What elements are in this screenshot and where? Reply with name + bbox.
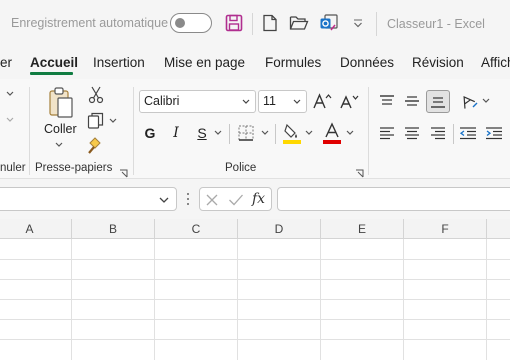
underline-options-chevron-icon[interactable]	[212, 127, 224, 139]
increase-indent-icon[interactable]	[483, 123, 505, 143]
font-toolbar-divider	[275, 124, 276, 144]
chevron-down-icon	[242, 99, 250, 104]
text-orientation-icon[interactable]	[458, 90, 480, 112]
chevron-down-icon	[293, 99, 301, 104]
borders-icon[interactable]	[235, 122, 257, 144]
clipboard-launcher-icon[interactable]	[119, 165, 128, 178]
group-divider	[368, 87, 369, 175]
copy-options-chevron-icon[interactable]	[107, 115, 119, 127]
tab-formules[interactable]: Formules	[265, 55, 321, 70]
fill-color-icon[interactable]	[281, 121, 303, 145]
paste-label[interactable]: Coller	[44, 122, 77, 136]
column-header-row: A B C D E F	[0, 219, 510, 239]
tab-donnees[interactable]: Données	[340, 55, 394, 70]
align-center-icon[interactable]	[401, 123, 423, 143]
column-header-d[interactable]: D	[238, 219, 321, 239]
font-size-select[interactable]: 11	[258, 90, 307, 113]
tab-affichage[interactable]: Affich	[481, 55, 510, 70]
undo-dropdown-icon[interactable]	[0, 85, 20, 103]
redo-dropdown-icon[interactable]	[0, 111, 20, 129]
save-icon[interactable]	[223, 12, 245, 34]
name-box[interactable]	[0, 187, 177, 211]
cut-icon[interactable]	[86, 85, 106, 105]
group-label-font: Police	[225, 162, 257, 174]
align-top-icon[interactable]	[376, 91, 398, 111]
copy-icon[interactable]	[86, 111, 106, 131]
customize-toolbar-icon[interactable]	[347, 12, 369, 34]
formula-bar-row: fx	[0, 179, 510, 219]
orientation-chevron-icon[interactable]	[480, 95, 492, 107]
gridline	[0, 319, 510, 320]
align-bottom-icon[interactable]	[426, 90, 450, 113]
fill-color-chevron-icon[interactable]	[303, 127, 315, 139]
gridline	[0, 299, 510, 300]
gridline	[0, 259, 510, 260]
font-size-value: 11	[263, 94, 276, 108]
group-label-undo: nuler	[0, 162, 26, 174]
paste-icon[interactable]	[45, 85, 79, 121]
tab-mise-en-page[interactable]: Mise en page	[164, 55, 245, 70]
underline-button[interactable]: S	[192, 122, 212, 144]
decrease-indent-icon[interactable]	[457, 123, 479, 143]
title-bar: Enregistrement automatique Classeur1 - E…	[0, 0, 510, 47]
font-launcher-icon[interactable]	[355, 165, 364, 178]
paste-options-chevron-icon[interactable]	[52, 139, 66, 151]
outlook-icon[interactable]	[318, 12, 340, 34]
font-family-select[interactable]: Calibri	[139, 90, 256, 113]
cancel-icon[interactable]	[205, 193, 219, 207]
group-divider	[29, 87, 30, 175]
formula-input[interactable]	[277, 187, 510, 211]
font-color-icon[interactable]	[321, 121, 343, 145]
italic-button[interactable]: I	[166, 122, 186, 144]
font-family-value: Calibri	[144, 94, 180, 108]
tab-revision[interactable]: Révision	[412, 55, 464, 70]
column-header-f[interactable]: F	[404, 219, 487, 239]
new-file-icon[interactable]	[259, 12, 281, 34]
borders-chevron-icon[interactable]	[259, 127, 271, 139]
confirm-icon[interactable]	[228, 193, 244, 207]
tab-fichier[interactable]: er	[0, 55, 12, 70]
decrease-font-size-icon[interactable]	[338, 90, 360, 112]
alignment-toolbar-divider	[453, 124, 454, 144]
autosave-toggle[interactable]	[170, 13, 212, 33]
tab-accueil[interactable]: Accueil	[30, 55, 78, 70]
insert-function-icon[interactable]: fx	[252, 191, 265, 207]
gridline	[0, 279, 510, 280]
column-header-a[interactable]: A	[0, 219, 72, 239]
chevron-down-icon	[159, 197, 169, 203]
spreadsheet-grid[interactable]: A B C D E F	[0, 219, 510, 360]
increase-font-size-icon[interactable]	[311, 90, 333, 112]
open-folder-icon[interactable]	[288, 12, 310, 34]
bold-button[interactable]: G	[140, 122, 160, 144]
font-color-chevron-icon[interactable]	[344, 127, 356, 139]
group-label-clipboard: Presse-papiers	[35, 162, 113, 174]
align-right-icon[interactable]	[427, 123, 449, 143]
active-tab-indicator	[30, 72, 73, 75]
align-middle-icon[interactable]	[401, 91, 423, 111]
group-divider	[133, 87, 134, 175]
more-options-icon[interactable]	[186, 191, 190, 207]
toolbar-divider	[252, 13, 253, 35]
autosave-label: Enregistrement automatique	[11, 16, 169, 30]
format-painter-icon[interactable]	[86, 136, 106, 156]
column-header-e[interactable]: E	[321, 219, 404, 239]
title-divider	[376, 12, 377, 36]
ribbon: nuler Coller Presse-papiers Calibri 11 G…	[0, 79, 510, 179]
ribbon-tabs: er Accueil Insertion Mise en page Formul…	[0, 47, 510, 79]
gridline	[0, 339, 510, 340]
align-left-icon[interactable]	[376, 123, 398, 143]
toggle-knob	[175, 18, 185, 28]
column-header-c[interactable]: C	[155, 219, 238, 239]
font-toolbar-divider	[229, 124, 230, 144]
tab-insertion[interactable]: Insertion	[93, 55, 145, 70]
column-header-b[interactable]: B	[72, 219, 155, 239]
document-title: Classeur1 - Excel	[387, 17, 485, 31]
